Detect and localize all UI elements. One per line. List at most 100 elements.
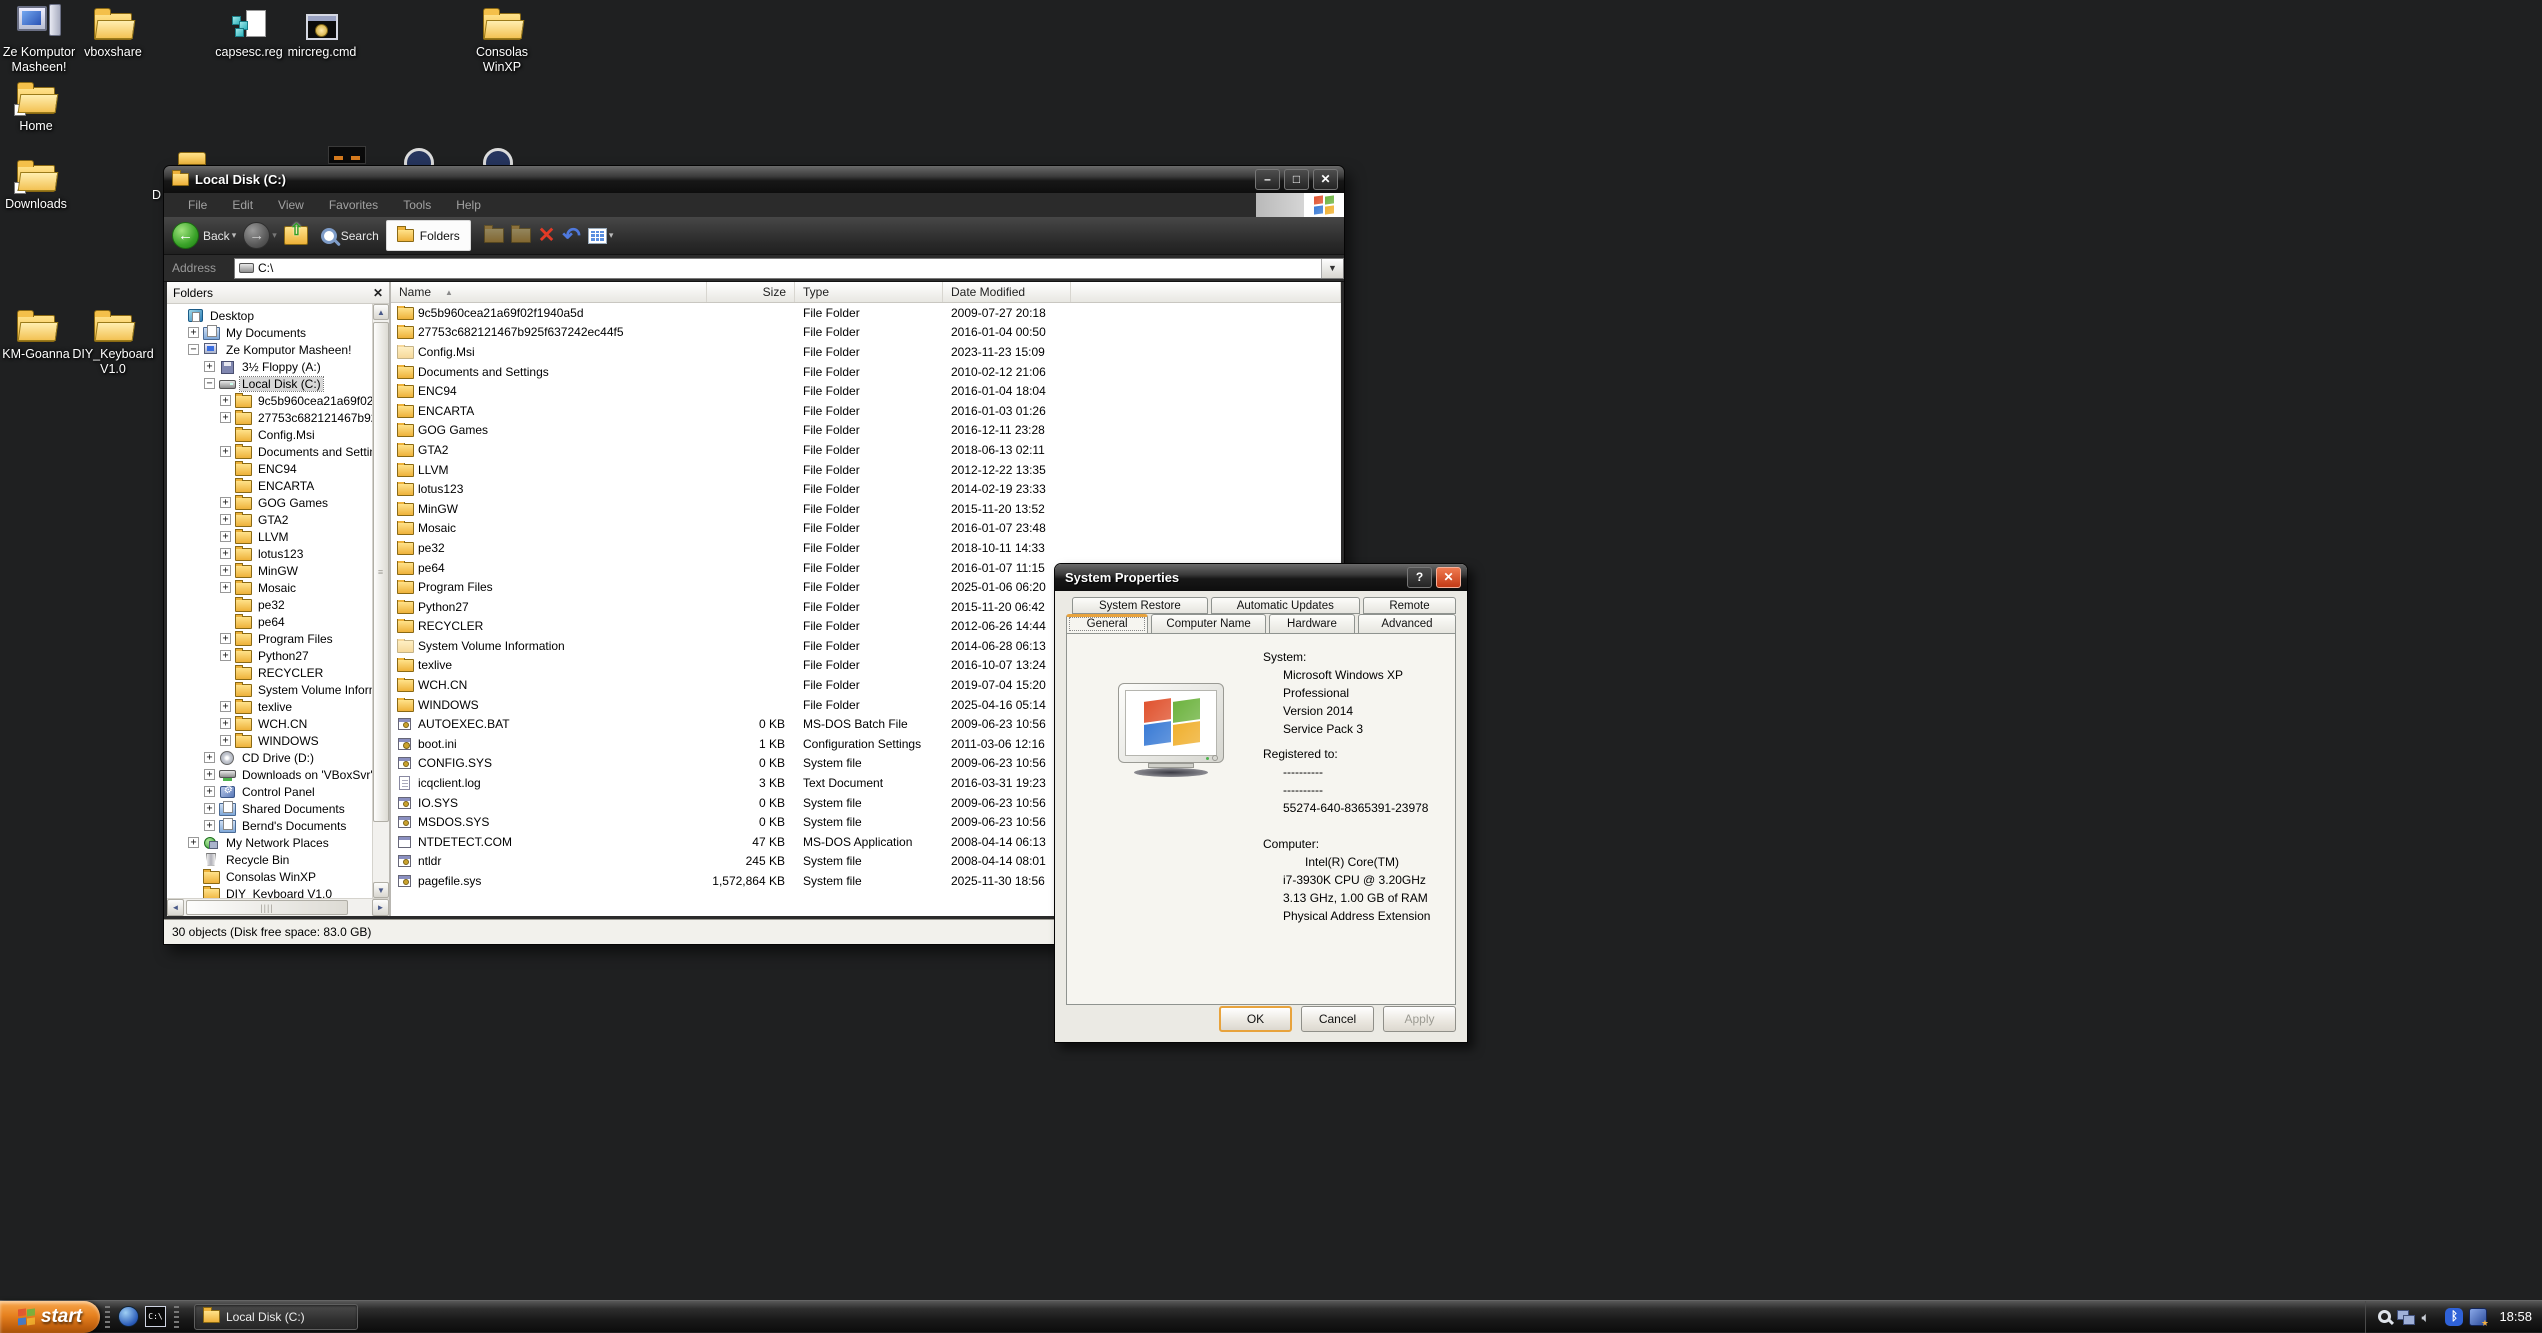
tree-expander-plus[interactable]: + [204, 820, 215, 831]
tree-item[interactable]: Recycle Bin [167, 851, 372, 868]
tree-item[interactable]: System Volume Information [167, 681, 372, 698]
tab-system-restore[interactable]: System Restore [1072, 597, 1208, 614]
quicklaunch-grip[interactable] [174, 1306, 179, 1328]
tab-general[interactable]: General [1066, 614, 1148, 634]
tree-expander-minus[interactable]: − [188, 344, 199, 355]
cancel-button[interactable]: Cancel [1301, 1006, 1374, 1032]
tree-expander-minus[interactable]: − [204, 378, 215, 389]
tree-item[interactable]: +Downloads on 'VBoxSvr' (Z:) [167, 766, 372, 783]
menu-edit[interactable]: Edit [232, 198, 253, 212]
scroll-thumb[interactable]: ≡ [373, 322, 389, 822]
tree-expander-plus[interactable]: + [204, 786, 215, 797]
column-header-type[interactable]: Type [795, 282, 943, 302]
tree-expander-plus[interactable]: + [188, 327, 199, 338]
file-row[interactable]: LLVMFile Folder2012-12-22 13:35 [391, 460, 1341, 480]
tree-item[interactable]: ENC94 [167, 460, 372, 477]
tree-item[interactable]: ENCARTA [167, 477, 372, 494]
tree-item[interactable]: +CD Drive (D:) [167, 749, 372, 766]
maximize-button[interactable]: □ [1284, 169, 1309, 190]
taskbar-clock[interactable]: 18:58 [2499, 1309, 2532, 1324]
desktop-icon-vboxshare[interactable]: vboxshare [71, 4, 155, 60]
desktop-icon-diy-keyboard[interactable]: DIY_Keyboard V1.0 [71, 306, 155, 377]
menu-help[interactable]: Help [456, 198, 481, 212]
taskbar-task-local-disk[interactable]: Local Disk (C:) [194, 1304, 358, 1330]
desktop-icon-ze-komputor[interactable]: Ze Komputor Masheen! [0, 4, 81, 75]
close-button[interactable]: ✕ [1313, 169, 1338, 190]
tree-item[interactable]: +3½ Floppy (A:) [167, 358, 372, 375]
tree-item[interactable]: −Ze Komputor Masheen! [167, 341, 372, 358]
undo-button[interactable]: ↶ [562, 226, 580, 246]
tray-bluetooth-icon[interactable]: ᛒ [2445, 1308, 2463, 1326]
file-row[interactable]: lotus123File Folder2014-02-19 23:33 [391, 479, 1341, 499]
tray-virtualbox-icon[interactable] [2469, 1308, 2487, 1326]
tree-expander-plus[interactable]: + [220, 633, 231, 644]
tree-expander-plus[interactable]: + [220, 514, 231, 525]
tree-item[interactable]: +Program Files [167, 630, 372, 647]
tree-expander-plus[interactable]: + [220, 395, 231, 406]
tab-hardware[interactable]: Hardware [1269, 614, 1355, 634]
file-row[interactable]: ENC94File Folder2016-01-04 18:04 [391, 381, 1341, 401]
tree-item[interactable]: RECYCLER [167, 664, 372, 681]
tree-expander-plus[interactable]: + [204, 361, 215, 372]
tree-item[interactable]: +Control Panel [167, 783, 372, 800]
file-row[interactable]: pe32File Folder2018-10-11 14:33 [391, 538, 1341, 558]
dialog-titlebar[interactable]: System Properties ? ✕ [1055, 564, 1467, 591]
tree-item[interactable]: +lotus123 [167, 545, 372, 562]
tree-item[interactable]: DIY_Keyboard V1.0 [167, 885, 372, 898]
tree-expander-plus[interactable]: + [220, 650, 231, 661]
tree-expander-plus[interactable]: + [204, 803, 215, 814]
file-row[interactable]: 9c5b960cea21a69f02f1940a5dFile Folder200… [391, 303, 1341, 323]
tree-expander-plus[interactable]: + [220, 718, 231, 729]
folders-toggle-button[interactable]: Folders [386, 220, 471, 251]
tree-expander-plus[interactable]: + [220, 531, 231, 542]
quicklaunch-browser-icon[interactable] [118, 1306, 139, 1327]
minimize-button[interactable]: – [1255, 169, 1280, 190]
tree-item[interactable]: +GTA2 [167, 511, 372, 528]
file-row[interactable]: GTA2File Folder2018-06-13 02:11 [391, 440, 1341, 460]
column-header-date-modified[interactable]: Date Modified [943, 282, 1071, 302]
tree-item[interactable]: +GOG Games [167, 494, 372, 511]
address-input[interactable]: C:\ ▼ [234, 258, 1344, 279]
views-button[interactable]: ▾ [588, 228, 614, 244]
desktop-icon-km-goanna[interactable]: KM-Goanna [0, 306, 78, 362]
tree-expander-plus[interactable]: + [220, 565, 231, 576]
tree-expander-plus[interactable]: + [220, 701, 231, 712]
file-row[interactable]: GOG GamesFile Folder2016-12-11 23:28 [391, 421, 1341, 441]
tree-item[interactable]: +Python27 [167, 647, 372, 664]
tree-expander-plus[interactable]: + [220, 548, 231, 559]
scroll-left-button[interactable]: ◄ [167, 899, 184, 916]
tree-vertical-scrollbar[interactable]: ▲ ≡ ▼ [372, 304, 389, 898]
tree-expander-plus[interactable]: + [220, 497, 231, 508]
quicklaunch-cmd-icon[interactable]: C:\ [145, 1306, 166, 1327]
tree-item[interactable]: +WCH.CN [167, 715, 372, 732]
tree-item[interactable]: +My Documents [167, 324, 372, 341]
file-row[interactable]: MosaicFile Folder2016-01-07 23:48 [391, 519, 1341, 539]
tree-item[interactable]: Consolas WinXP [167, 868, 372, 885]
menu-tools[interactable]: Tools [403, 198, 431, 212]
start-button[interactable]: start [0, 1301, 100, 1333]
dialog-close-button[interactable]: ✕ [1436, 567, 1461, 588]
tree-expander-plus[interactable]: + [204, 752, 215, 763]
up-button[interactable]: ⇧ [284, 226, 308, 245]
tab-advanced[interactable]: Advanced [1358, 614, 1456, 634]
tree-item[interactable]: +WINDOWS [167, 732, 372, 749]
desktop-icon-consolas-winxp[interactable]: Consolas WinXP [460, 4, 544, 75]
delete-button[interactable]: ✕ [538, 226, 556, 246]
file-row[interactable]: 27753c682121467b925f637242ec44f5File Fol… [391, 323, 1341, 343]
help-button[interactable]: ? [1407, 567, 1432, 588]
tree-item[interactable]: +Bernd's Documents [167, 817, 372, 834]
scroll-right-button[interactable]: ► [372, 899, 389, 916]
tray-magnifier-icon[interactable] [2378, 1310, 2391, 1323]
desktop-icon-downloads[interactable]: ↗ Downloads [0, 156, 78, 212]
tree-item[interactable]: +Mosaic [167, 579, 372, 596]
desktop-icon-capsesc-reg[interactable]: capsesc.reg [207, 4, 291, 60]
file-row[interactable]: Documents and SettingsFile Folder2010-02… [391, 362, 1341, 382]
menu-favorites[interactable]: Favorites [329, 198, 378, 212]
search-button[interactable]: Search [321, 228, 379, 244]
tree-item[interactable]: +LLVM [167, 528, 372, 545]
tray-volume-icon[interactable]: 🔈︎ [2421, 1308, 2439, 1326]
tree-item[interactable]: +texlive [167, 698, 372, 715]
column-header-size[interactable]: Size [707, 282, 795, 302]
tree-item[interactable]: −Local Disk (C:) [167, 375, 372, 392]
tree-expander-plus[interactable]: + [220, 735, 231, 746]
